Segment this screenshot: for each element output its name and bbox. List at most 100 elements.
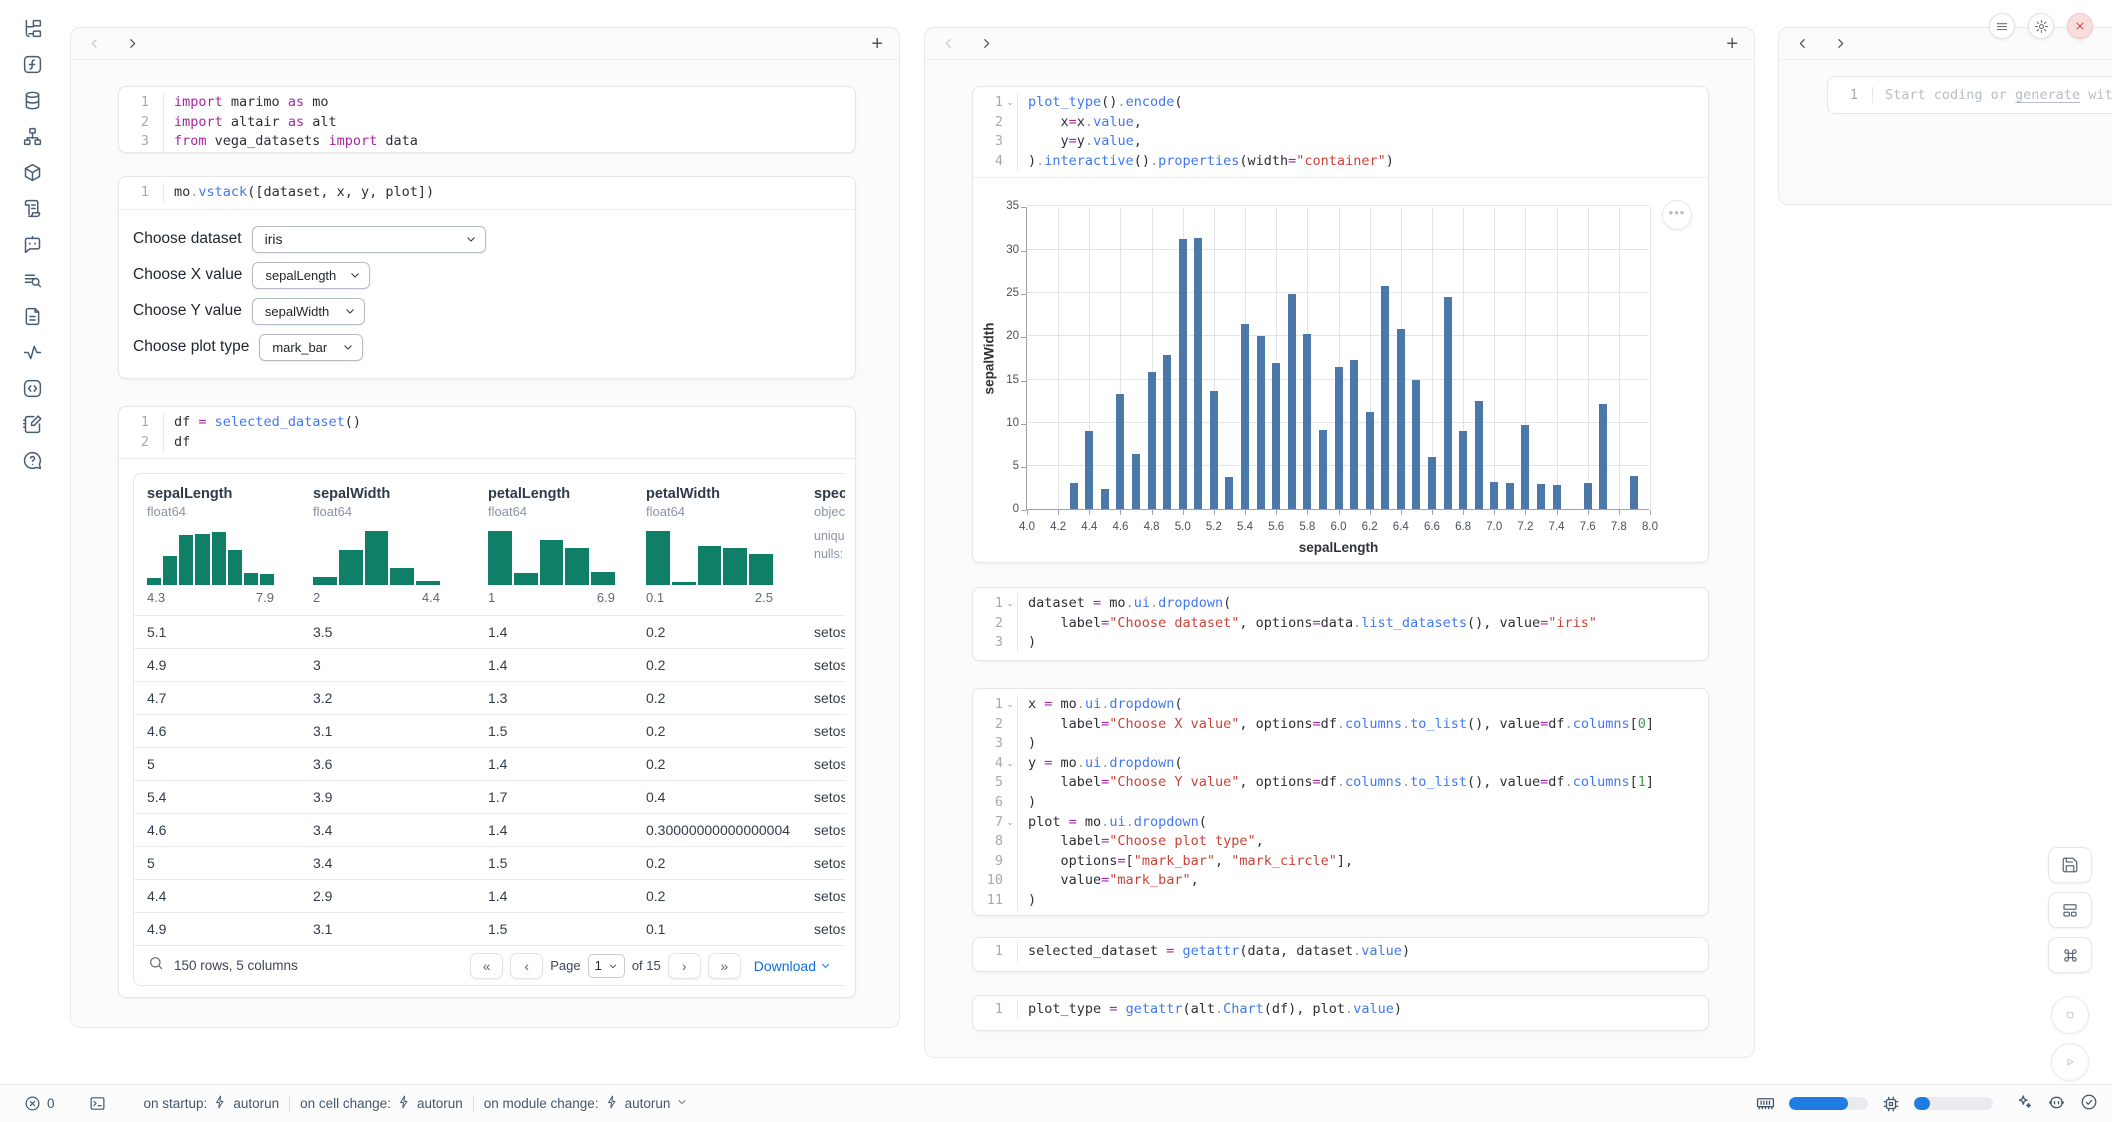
fold-icon[interactable]: ⌄ — [1003, 695, 1017, 715]
x-tick-label: 5.2 — [1199, 521, 1229, 533]
code-line: 1df = selected_dataset() — [119, 413, 855, 433]
sidebar-item-dependency-graph[interactable] — [19, 123, 45, 149]
dataset-dropdown[interactable]: iris — [252, 226, 486, 253]
table-cell: setosa — [801, 715, 845, 747]
empty-cell-editor[interactable]: 1 Start coding or generate with AI — [1827, 76, 2112, 114]
sidebar-item-scratchpad[interactable] — [19, 411, 45, 437]
cell-dataframe[interactable]: 1df = selected_dataset()2df sepalLengthf… — [118, 406, 856, 998]
x-dropdown[interactable]: sepalLength — [252, 262, 370, 289]
errors-badge[interactable]: 0 — [14, 1095, 65, 1112]
column-header-petalWidth[interactable]: petalWidthfloat640.12.5 — [633, 474, 801, 615]
sidebar-item-snippet[interactable] — [19, 375, 45, 401]
chart-bar — [1584, 483, 1592, 509]
sidebar-item-script[interactable] — [19, 195, 45, 221]
column-header-species[interactable]: speciesobjectunique:nulls: — [801, 474, 845, 615]
last-page-button[interactable]: » — [708, 953, 741, 979]
run-all-button[interactable] — [2051, 1043, 2089, 1081]
code-text: import altair as alt — [163, 113, 855, 133]
cell-plot-type[interactable]: 1plot_type = getattr(alt.Chart(df), plot… — [972, 995, 1709, 1031]
download-button[interactable]: Download — [754, 958, 831, 974]
code-line: 1plot_type = getattr(alt.Chart(df), plot… — [973, 1000, 1708, 1020]
command-palette-button[interactable] — [2048, 937, 2092, 973]
table-cell: 5 — [134, 748, 300, 780]
connection-status-button[interactable] — [2080, 1093, 2098, 1114]
histogram-range: 4.37.9 — [147, 590, 274, 605]
chart-menu-icon[interactable]: ••• — [1662, 200, 1692, 230]
chart-bar — [1335, 367, 1343, 509]
x-tick-label: 7.0 — [1479, 521, 1509, 533]
sidebar-item-package[interactable] — [19, 159, 45, 185]
runtime-config-value: autorun — [417, 1096, 463, 1111]
table-cell: 4.4 — [134, 880, 300, 912]
generate-link[interactable]: generate — [2015, 87, 2080, 103]
y-dropdown[interactable]: sepalWidth — [252, 298, 365, 325]
runtime-config-2[interactable]: on module change:autorun — [474, 1095, 699, 1112]
cell-selected-dataset[interactable]: 1selected_dataset = getattr(data, datase… — [972, 937, 1709, 972]
sidebar-item-help[interactable] — [19, 447, 45, 473]
cell-chart[interactable]: 1⌄plot_type().encode(2 x=x.value,3 y=y.v… — [972, 86, 1709, 563]
page-total-label: of 15 — [632, 958, 661, 973]
cell-xyplot-dropdowns[interactable]: 1⌄x = mo.ui.dropdown(2 label="Choose X v… — [972, 688, 1709, 916]
column-right-icon[interactable] — [979, 37, 993, 51]
code-line: 4).interactive().properties(width="conta… — [973, 152, 1708, 172]
fold-icon[interactable]: ⌄ — [1003, 594, 1017, 614]
copilot-button[interactable] — [2047, 1093, 2066, 1115]
sidebar-item-database[interactable] — [19, 87, 45, 113]
sidebar-item-chat-bot[interactable] — [19, 231, 45, 257]
settings-button[interactable] — [2028, 13, 2054, 39]
sidebar-item-log-search[interactable] — [19, 267, 45, 293]
column-header-sepalLength[interactable]: sepalLengthfloat644.37.9 — [134, 474, 300, 615]
axis-tick — [1021, 424, 1026, 425]
sidebar-item-activity[interactable] — [19, 339, 45, 365]
cell-vstack[interactable]: 1mo.vstack([dataset, x, y, plot]) Choose… — [118, 176, 856, 379]
fold-icon[interactable]: ⌄ — [1003, 813, 1017, 833]
plot-dropdown[interactable]: mark_bar — [259, 334, 363, 361]
add-column-icon[interactable]: + — [1726, 34, 1738, 54]
prev-page-button[interactable]: ‹ — [510, 953, 543, 979]
column-left-icon[interactable] — [1795, 37, 1809, 51]
runtime-config-0[interactable]: on startup:autorun — [134, 1095, 290, 1112]
code-text: plot_type = getattr(alt.Chart(df), plot.… — [1017, 1000, 1708, 1020]
sidebar-item-document[interactable] — [19, 303, 45, 329]
menu-button[interactable] — [1989, 13, 2015, 39]
layout-toggle-button[interactable] — [2048, 892, 2092, 928]
column-type: float64 — [646, 504, 801, 519]
notebook-column-1: + 1import marimo as mo2import altair as … — [70, 27, 900, 1028]
line-number: 1 — [973, 695, 1003, 715]
table-cell: 0.4 — [633, 781, 801, 813]
column-header-sepalWidth[interactable]: sepalWidthfloat6424.4 — [300, 474, 475, 615]
close-button[interactable] — [2067, 13, 2093, 39]
table-cell: 0.2 — [633, 649, 801, 681]
first-page-button[interactable]: « — [470, 953, 503, 979]
gridline — [1588, 207, 1589, 509]
y-tick-label: 30 — [987, 244, 1019, 256]
runtime-config-1[interactable]: on cell change:autorun — [290, 1095, 473, 1112]
cell-dataset-dropdown[interactable]: 1⌄dataset = mo.ui.dropdown(2 label="Choo… — [972, 587, 1709, 661]
fold-icon[interactable]: ⌄ — [1003, 93, 1017, 113]
x-tick-label: 8.0 — [1635, 521, 1665, 533]
next-page-button[interactable]: › — [668, 953, 701, 979]
fold-icon[interactable]: ⌄ — [1003, 754, 1017, 774]
bar-chart[interactable]: sepalLength sepalWidth 051015202530354.0… — [1026, 207, 1649, 510]
add-column-icon[interactable]: + — [871, 34, 883, 54]
sidebar-item-function[interactable] — [19, 51, 45, 77]
cell-imports[interactable]: 1import marimo as mo2import altair as al… — [118, 86, 856, 153]
table-cell: 3.2 — [300, 682, 475, 714]
dependency-graph-icon — [22, 126, 43, 147]
chart-bar — [1179, 239, 1187, 509]
chart-bar — [1225, 477, 1233, 509]
column-left-icon[interactable] — [941, 37, 955, 51]
save-button[interactable] — [2048, 847, 2092, 883]
column-header-petalLength[interactable]: petalLengthfloat6416.9 — [475, 474, 633, 615]
stop-button[interactable] — [2051, 996, 2089, 1034]
terminal-button[interactable] — [79, 1095, 116, 1112]
column-right-icon[interactable] — [125, 37, 139, 51]
search-icon[interactable] — [148, 955, 164, 976]
page-select[interactable]: 1 — [588, 954, 625, 978]
sidebar-item-file-tree[interactable] — [19, 15, 45, 41]
column-left-icon[interactable] — [87, 37, 101, 51]
ai-assistant-button[interactable] — [2015, 1093, 2033, 1114]
axis-tick — [1027, 510, 1028, 515]
page-label: Page — [550, 958, 580, 973]
column-right-icon[interactable] — [1833, 37, 1847, 51]
